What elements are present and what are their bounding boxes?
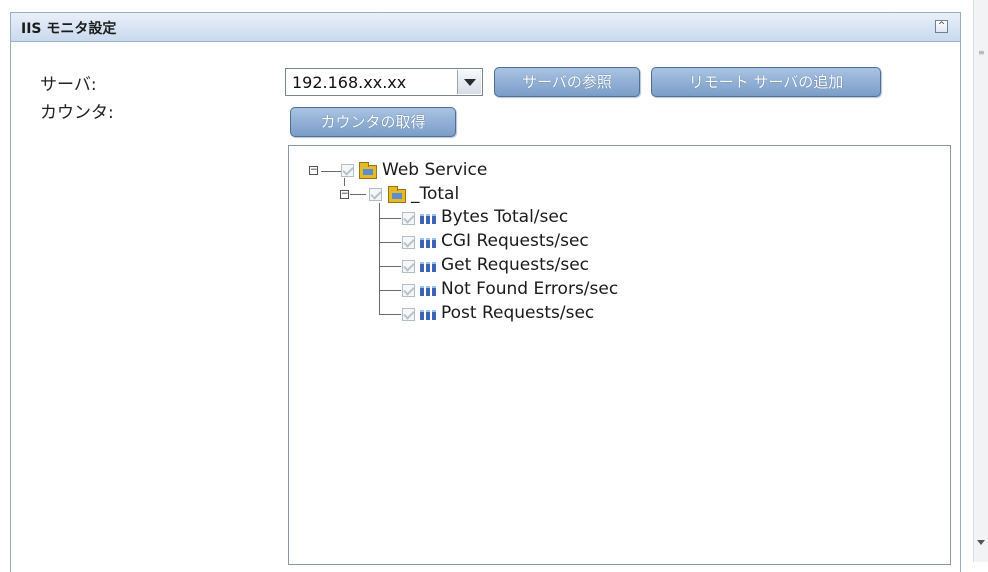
tree-node-label: Post Requests/sec xyxy=(441,303,595,323)
tree-checkbox[interactable] xyxy=(402,260,415,273)
server-select-value: 192.168.xx.xx xyxy=(292,73,407,92)
tree-node-web-service[interactable]: − Web Service xyxy=(289,159,589,181)
get-counters-button[interactable]: カウンタの取得 xyxy=(290,107,456,137)
counter-icon xyxy=(420,262,437,272)
tree-checkbox[interactable] xyxy=(402,236,415,249)
list-item[interactable]: CGI Requests/sec xyxy=(289,231,689,253)
tree-checkbox[interactable] xyxy=(341,164,354,177)
tree-checkbox[interactable] xyxy=(402,212,415,225)
tree-node-label: CGI Requests/sec xyxy=(441,231,589,251)
browse-servers-button[interactable]: サーバの参照 xyxy=(494,67,640,97)
scroll-grip-icon[interactable]: ≡ xyxy=(978,49,985,58)
chevron-down-icon[interactable] xyxy=(457,70,481,94)
server-select[interactable]: 192.168.xx.xx xyxy=(285,68,483,96)
tree-checkbox[interactable] xyxy=(402,308,415,321)
panel-header: IIS モニタ設定 ^ xyxy=(11,13,960,42)
tree-node-label: _Total xyxy=(411,184,460,204)
panel-title: IIS モニタ設定 xyxy=(21,21,117,37)
folder-icon xyxy=(388,186,406,203)
list-item[interactable]: Bytes Total/sec xyxy=(289,207,689,229)
counter-label: カウンタ: xyxy=(40,103,114,123)
collapse-icon[interactable]: ^ xyxy=(935,20,948,33)
tree-checkbox[interactable] xyxy=(402,284,415,297)
tree-node-label: Bytes Total/sec xyxy=(441,207,569,227)
tree-node-label: Not Found Errors/sec xyxy=(441,279,619,299)
vertical-scrollbar[interactable]: ≡ xyxy=(973,0,988,562)
add-remote-server-button[interactable]: リモート サーバの追加 xyxy=(651,67,881,97)
folder-icon xyxy=(359,162,377,179)
tree-checkbox[interactable] xyxy=(369,188,382,201)
collapse-toggle-icon[interactable]: − xyxy=(309,166,318,175)
list-item[interactable]: Get Requests/sec xyxy=(289,255,689,277)
scroll-down-icon[interactable] xyxy=(977,540,985,545)
counter-tree[interactable]: − Web Service − _Total Bytes Total/sec C… xyxy=(288,145,951,565)
list-item[interactable]: Post Requests/sec xyxy=(289,303,689,325)
list-item[interactable]: Not Found Errors/sec xyxy=(289,279,689,301)
tree-node-label: Get Requests/sec xyxy=(441,255,590,275)
counter-icon xyxy=(420,238,437,248)
counter-icon xyxy=(420,286,437,296)
server-label: サーバ: xyxy=(40,75,97,95)
counter-icon xyxy=(420,310,437,320)
tree-node-label: Web Service xyxy=(382,160,488,180)
collapse-toggle-icon[interactable]: − xyxy=(340,190,349,199)
counter-icon xyxy=(420,214,437,224)
tree-node-total[interactable]: − _Total xyxy=(289,184,589,206)
